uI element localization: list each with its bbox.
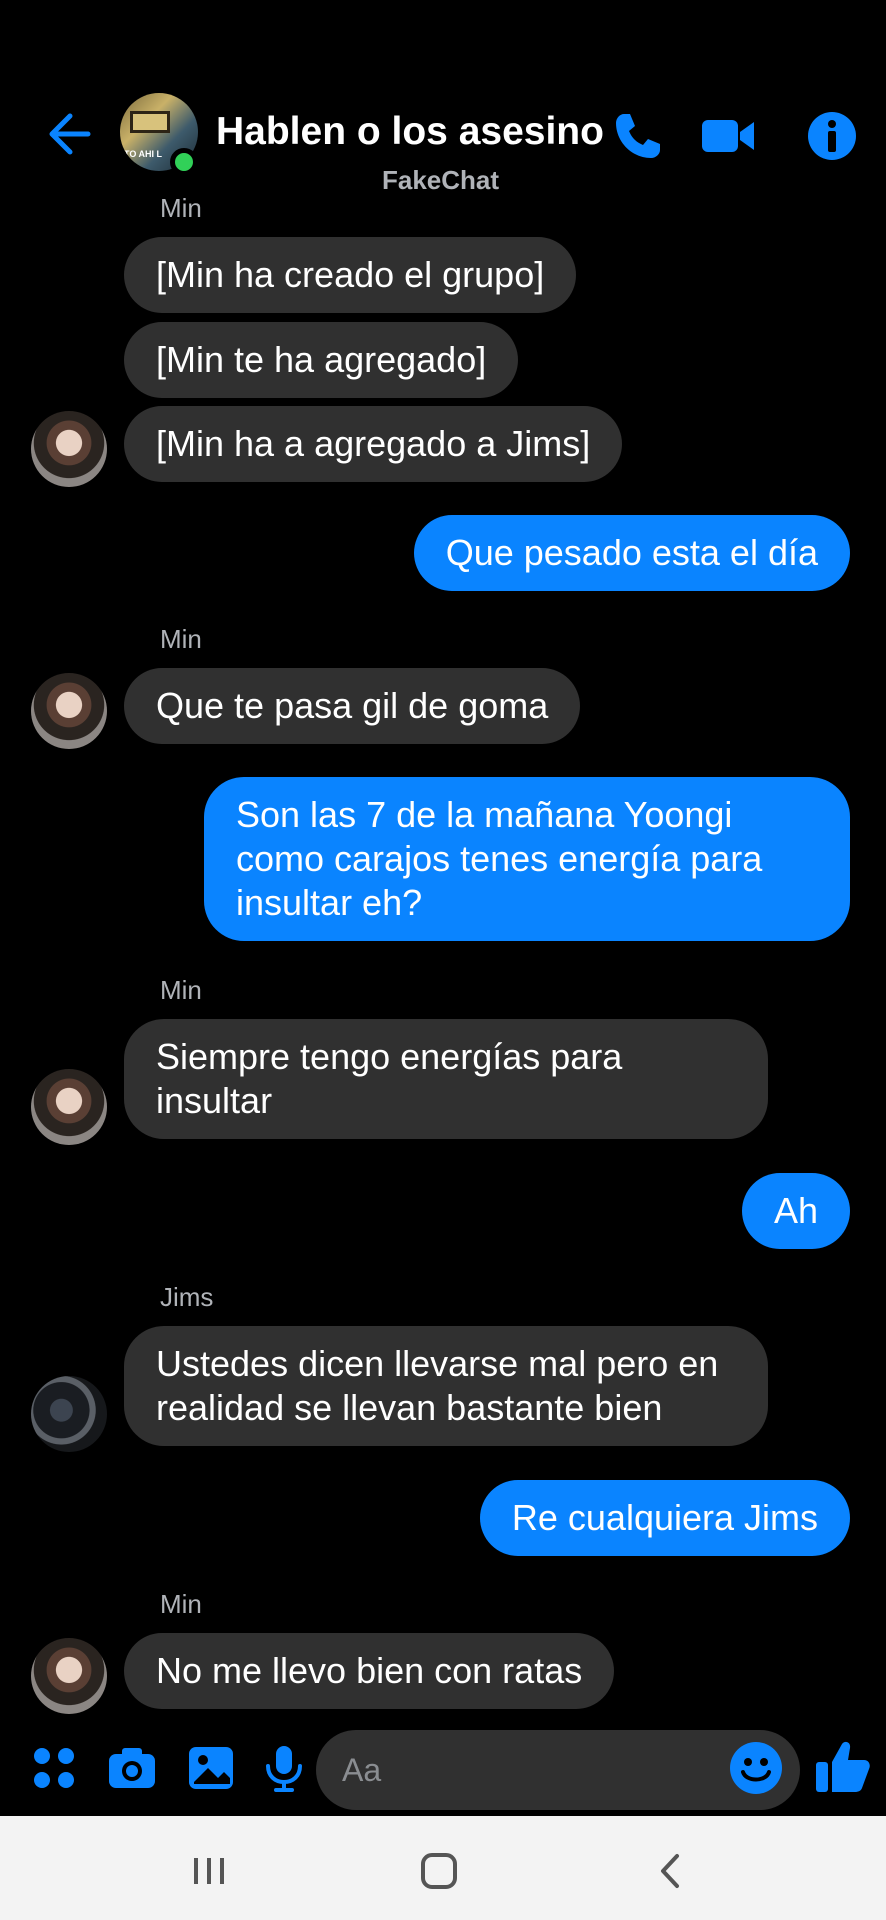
system-navigation-bar	[0, 1816, 886, 1920]
message-bubble-outgoing[interactable]: Ah	[741, 1173, 850, 1249]
back-arrow-icon[interactable]	[40, 108, 92, 160]
chat-title[interactable]: Hablen o los asesino	[216, 110, 604, 154]
phone-icon[interactable]	[610, 108, 666, 164]
message-bubble-incoming[interactable]: Siempre tengo energías para insultar	[124, 1019, 768, 1139]
message-bubble-incoming[interactable]: Que te pasa gil de goma	[124, 668, 581, 744]
message-bubble-incoming[interactable]: [Min te ha agregado]	[124, 322, 519, 398]
gallery-icon[interactable]	[186, 1742, 238, 1794]
message-bubble-outgoing[interactable]: Que pesado esta el día	[413, 515, 850, 591]
recents-icon[interactable]	[184, 1846, 234, 1896]
message-bubble-incoming[interactable]: No me llevo bien con ratas	[124, 1633, 615, 1709]
apps-icon[interactable]	[28, 1742, 80, 1794]
sender-name: Min	[160, 975, 202, 1005]
sender-name: Min	[160, 1589, 202, 1619]
message-bubble-incoming[interactable]: [Min ha a agregado a Jims]	[124, 406, 623, 482]
avatar-min[interactable]	[31, 673, 107, 749]
video-camera-icon[interactable]	[700, 108, 756, 164]
chat-subtitle: FakeChat	[382, 165, 500, 195]
emoji-icon[interactable]	[728, 1740, 784, 1796]
sender-name: Min	[160, 624, 202, 654]
message-bubble-incoming[interactable]: [Min ha creado el grupo]	[124, 237, 577, 313]
info-icon[interactable]	[804, 108, 860, 164]
avatar-min[interactable]	[31, 1638, 107, 1714]
sender-name: Jims	[160, 1282, 214, 1312]
avatar-jims[interactable]	[31, 1376, 107, 1452]
avatar-min[interactable]	[31, 1069, 107, 1145]
avatar-min[interactable]	[31, 411, 107, 487]
online-status-dot	[170, 148, 198, 176]
sender-name: Min	[160, 193, 202, 223]
message-bubble-incoming[interactable]: Ustedes dicen llevarse mal pero en reali…	[124, 1326, 768, 1446]
home-icon[interactable]	[414, 1846, 464, 1896]
chat-header: TO AHI L Hablen o los asesino FakeChat	[0, 0, 886, 200]
message-bubble-outgoing[interactable]: Son las 7 de la mañana Yoongi como caraj…	[204, 777, 850, 941]
back-icon[interactable]	[646, 1846, 696, 1896]
thumbs-up-icon[interactable]	[814, 1738, 872, 1796]
microphone-icon[interactable]	[258, 1742, 310, 1794]
message-bubble-outgoing[interactable]: Re cualquiera Jims	[479, 1480, 850, 1556]
message-input-placeholder: Aa	[342, 1752, 382, 1788]
camera-icon[interactable]	[106, 1742, 158, 1794]
